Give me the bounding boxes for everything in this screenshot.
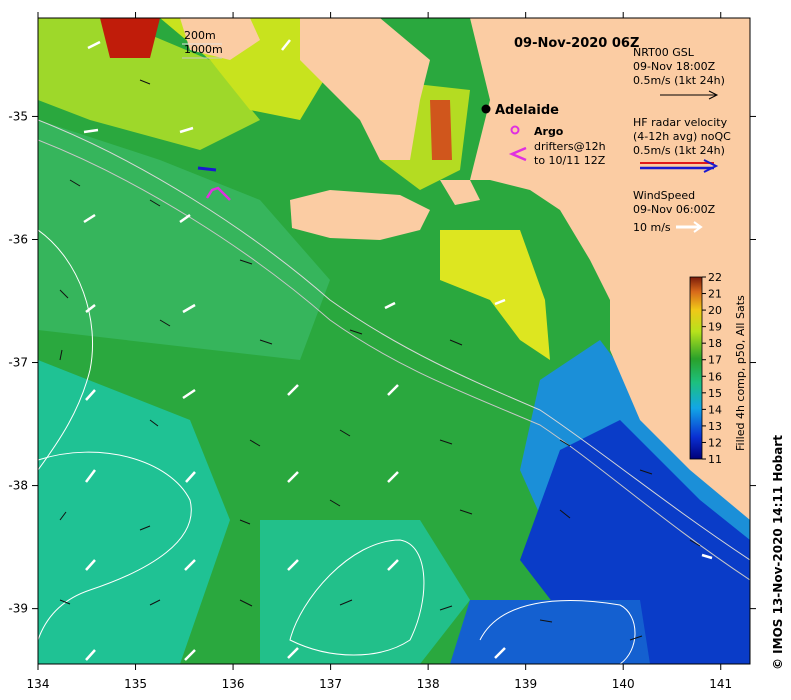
lat-tick-label: -37	[8, 356, 28, 370]
colorbar-tick-label: 13	[708, 420, 722, 433]
map-title: 09-Nov-2020 06Z	[514, 36, 639, 51]
colorbar-tick-label: 15	[708, 387, 722, 400]
place-label-adelaide: Adelaide	[495, 103, 559, 118]
wind-legend-line-1: WindSpeed	[633, 189, 695, 202]
sst-map-figure: Adelaide 200m 1000m 09-Nov-2020 06Z Argo…	[8, 12, 785, 691]
colorbar-label: Filled 4h comp, p50, All Sats	[734, 295, 747, 451]
lon-tick-label: 140	[612, 677, 635, 691]
adelaide-marker	[481, 104, 491, 114]
drifters-legend-label-2: to 10/11 12Z	[534, 154, 606, 167]
lon-tick-label: 141	[709, 677, 732, 691]
imos-credit: © IMOS 13-Nov-2020 14:11 Hobart	[771, 435, 785, 670]
colorbar-tick-label: 18	[708, 337, 722, 350]
lon-tick-label: 139	[514, 677, 537, 691]
colorbar-tick-label: 22	[708, 271, 722, 284]
lat-tick-label: -39	[8, 602, 28, 616]
colorbar-tick-label: 19	[708, 321, 722, 334]
colorbar-tick-label: 17	[708, 354, 722, 367]
sst-patch-south-cold	[450, 600, 650, 664]
colorbar-tick-label: 20	[708, 304, 722, 317]
radar-legend-line-3: 0.5m/s (1kt 24h)	[633, 144, 725, 157]
depth-legend-200m: 200m	[184, 29, 216, 42]
lat-tick-label: -35	[8, 109, 28, 123]
colorbar-tick-label: 16	[708, 370, 722, 383]
depth-legend-1000m: 1000m	[184, 43, 223, 56]
lat-tick-label: -36	[8, 232, 28, 246]
colorbar-tick-label: 14	[708, 403, 722, 416]
sst-patch-warm-head	[100, 18, 160, 58]
gsl-legend-line-1: NRT00 GSL	[633, 46, 695, 59]
argo-legend-label: Argo	[534, 125, 564, 138]
gsl-legend-line-3: 0.5m/s (1kt 24h)	[633, 74, 725, 87]
lon-tick-label: 134	[27, 677, 50, 691]
gsl-legend-line-2: 09-Nov 18:00Z	[633, 60, 716, 73]
lat-tick-label: -38	[8, 479, 28, 493]
colorbar-tick-label: 21	[708, 288, 722, 301]
colorbar-tick-label: 11	[708, 453, 722, 466]
lon-tick-label: 138	[417, 677, 440, 691]
lon-tick-label: 136	[222, 677, 245, 691]
drifters-legend-label-1: drifters@12h	[534, 140, 606, 153]
lon-tick-label: 137	[319, 677, 342, 691]
wind-legend-line-2: 09-Nov 06:00Z	[633, 203, 716, 216]
colorbar-tick-label: 12	[708, 436, 722, 449]
sst-patch-warm-gulf	[430, 100, 452, 160]
colorbar	[689, 276, 703, 460]
radar-legend-line-1: HF radar velocity	[633, 116, 728, 129]
lon-tick-label: 135	[124, 677, 147, 691]
radar-legend-line-2: (4-12h avg) noQC	[633, 130, 731, 143]
wind-legend-line-3: 10 m/s	[633, 221, 671, 234]
map-panel[interactable]: Adelaide 200m 1000m 09-Nov-2020 06Z Argo…	[38, 18, 750, 664]
hf-radar-arrow	[197, 166, 217, 172]
